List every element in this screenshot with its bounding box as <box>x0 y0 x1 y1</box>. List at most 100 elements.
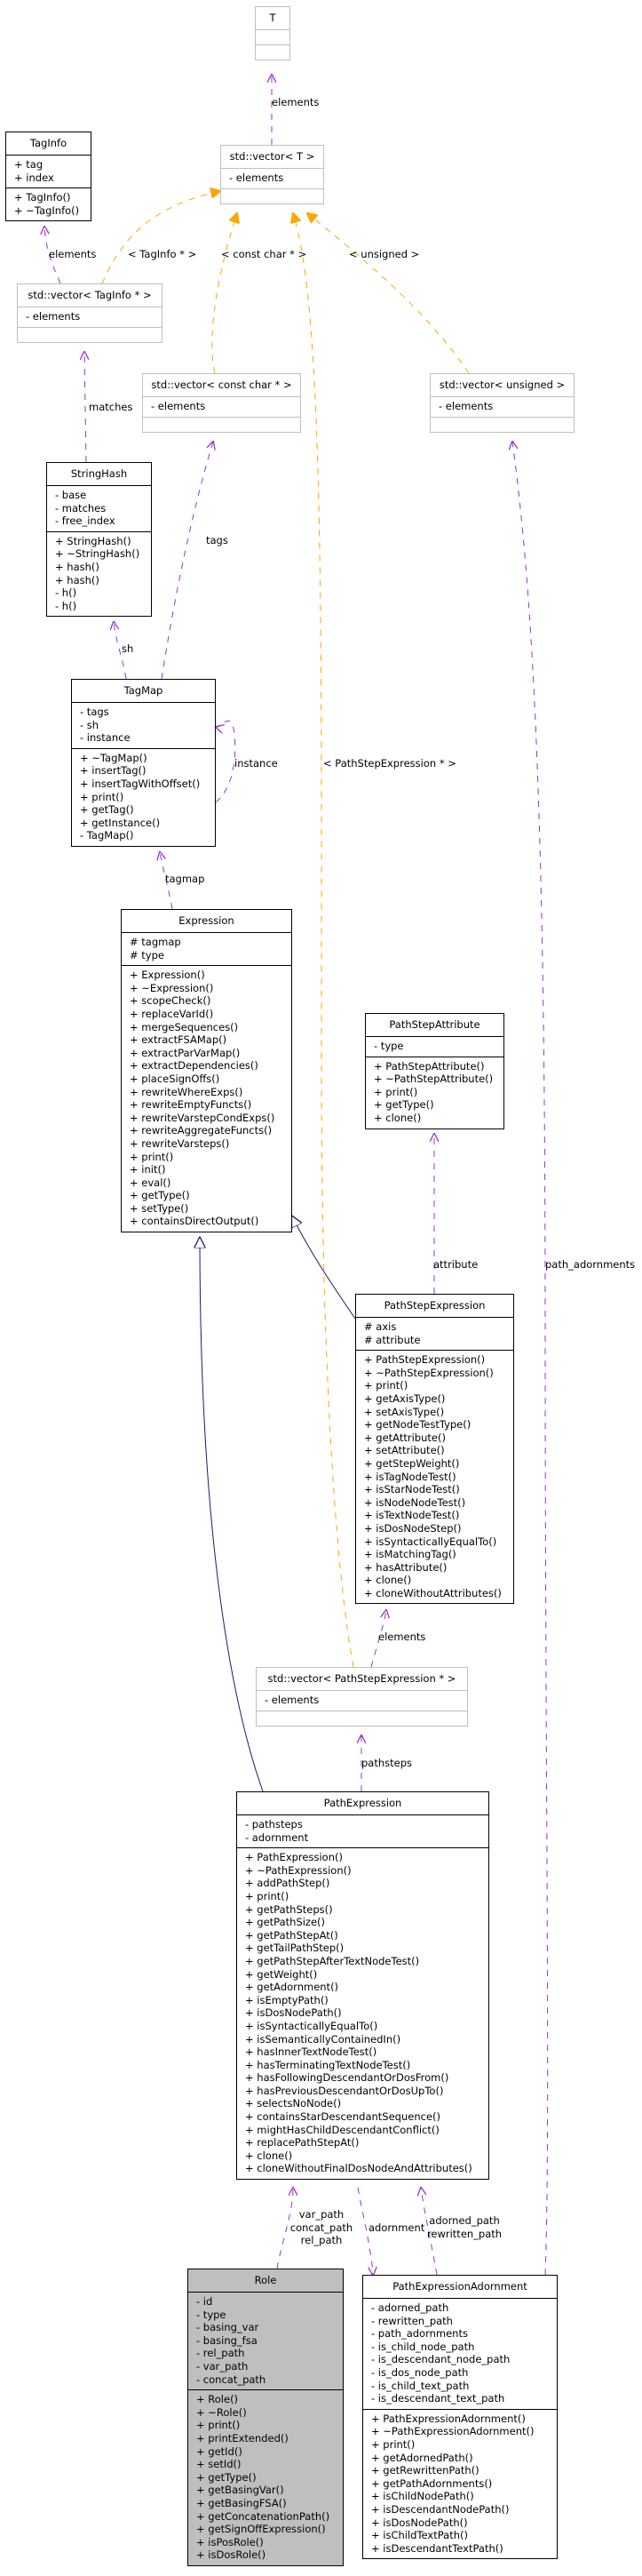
method-row: + eval() <box>130 1176 171 1189</box>
method-row: + getPathSize() <box>245 1916 326 1929</box>
method-row: + StringHash() <box>55 534 131 547</box>
attribute-row: - base <box>55 489 87 501</box>
method-row: + setAttribute() <box>364 1444 445 1457</box>
attributes-compartment: - elements <box>431 396 574 417</box>
methods-compartment: + StringHash() + ~StringHash() + hash() + h… <box>47 530 151 617</box>
edge-label: < TagInfo * > <box>128 248 197 260</box>
attribute-row: + tag <box>14 158 44 171</box>
method-row: + replacePathStepAt() <box>245 2136 360 2149</box>
edge-label: path_adornments <box>545 1258 636 1271</box>
class-TagInfo[interactable]: TagInfo + tag + index + TagInfo() + ~TagInfo… <box>5 132 91 222</box>
method-row: + ~Role() <box>196 2405 247 2419</box>
class-PathStepAttribute[interactable]: PathStepAttribute - type + PathStepAttribu… <box>365 1013 504 1129</box>
method-row: + getAdornment() <box>245 1981 339 1994</box>
method-row: + getAdornedPath() <box>371 2451 473 2464</box>
attributes-compartment: - elements <box>18 307 162 327</box>
class-T[interactable]: T <box>255 6 290 60</box>
class-name: Expression <box>178 914 234 927</box>
attributes-compartment: # tagmap # type <box>122 932 291 965</box>
class-vector-const-char[interactable]: std::vector< const char * > - elements <box>142 373 301 433</box>
method-row: + getTag() <box>80 803 134 817</box>
class-TagMap[interactable]: TagMap - tags - sh - instance + ~TagMap() + i… <box>71 679 216 847</box>
class-vector-unsigned[interactable]: std::vector< unsigned > - elements <box>430 373 575 433</box>
method-row: + mightHasChildDescendantConflict() <box>245 2123 440 2136</box>
method-row: + isSyntacticallyEqualTo() <box>245 2019 378 2032</box>
class-PathExpression[interactable]: PathExpression - pathsteps - adornment + Pa… <box>236 1791 489 2181</box>
method-row: + hasFollowingDescendantOrDosFrom() <box>245 2071 449 2085</box>
attributes-compartment: - adorned_path - rewritten_path - path_ado… <box>363 2298 557 2409</box>
class-StringHash[interactable]: StringHash - base - matches - free_index + S… <box>46 462 152 618</box>
attributes-compartment: + tag + index <box>6 155 91 187</box>
class-name: TagMap <box>123 684 163 697</box>
class-name: std::vector< T > <box>229 150 315 163</box>
method-row: + rewriteEmptyFuncts() <box>130 1098 252 1112</box>
class-name: std::vector< PathStepExpression * > <box>267 1672 456 1685</box>
methods-compartment <box>18 326 162 342</box>
attribute-row: - path_adornments <box>371 2327 468 2341</box>
attributes-compartment: - tags - sh - instance <box>72 702 215 748</box>
class-name: StringHash <box>70 467 128 480</box>
method-row: + isNodeNodeTest() <box>364 1495 466 1509</box>
methods-compartment: + TagInfo() + ~TagInfo() <box>6 187 91 220</box>
method-row: + rewriteVarsteps() <box>130 1136 230 1150</box>
class-name: std::vector< TagInfo * > <box>28 289 152 301</box>
attribute-row: - rel_path <box>196 2347 245 2360</box>
method-row: + getBasingVar() <box>196 2484 284 2497</box>
attributes-compartment <box>256 29 289 44</box>
attribute-row: - type <box>374 1040 404 1052</box>
class-name: TagInfo <box>29 137 67 149</box>
method-row: + print() <box>374 1085 418 1098</box>
class-Expression[interactable]: Expression # tagmap # type + Expression() + … <box>121 909 292 1233</box>
method-row: + getPathStepAfterTextNodeTest() <box>245 1954 420 1967</box>
methods-compartment: + Expression() + ~Expression() + scopeChec… <box>122 965 291 1232</box>
attribute-row: - type <box>196 2308 226 2321</box>
attribute-row: # axis <box>364 1320 397 1333</box>
method-row: + hash() <box>55 573 99 586</box>
method-row: + isDosNodeStep() <box>364 1521 462 1535</box>
method-row: + isDescendantTextPath() <box>371 2541 503 2555</box>
class-name: PathStepExpression <box>384 1299 486 1312</box>
class-PathStepExpression[interactable]: PathStepExpression # axis # attribute + Pat… <box>355 1294 514 1605</box>
method-row: + setId() <box>196 2458 242 2471</box>
method-row: + mergeSequences() <box>130 1020 239 1033</box>
methods-compartment: + ~TagMap() + insertTag() + insertTagWithO… <box>72 747 215 846</box>
edge-label: matches <box>89 401 133 413</box>
method-row: + ~PathStepAttribute() <box>374 1073 494 1086</box>
method-row: + cloneWithoutAttributes() <box>364 1586 502 1599</box>
method-row: + isStarNodeTest() <box>364 1483 460 1496</box>
attribute-row: - basing_var <box>196 2321 259 2334</box>
method-row: + clone() <box>374 1111 422 1124</box>
attribute-row: - is_child_text_path <box>371 2379 470 2392</box>
method-row: + insertTag() <box>80 764 147 778</box>
method-row: + print() <box>80 790 124 803</box>
edge-inherit-pathexpr <box>200 1238 264 1792</box>
edge-label-adornment-paths: adorned_path rewritten_path <box>426 2214 503 2240</box>
methods-compartment: + PathStepExpression() + ~PathStepExpress… <box>356 1350 513 1603</box>
method-row: + ~TagInfo() <box>14 203 80 217</box>
attribute-row: - is_descendant_text_path <box>371 2392 505 2405</box>
method-row: + addPathStep() <box>245 1877 330 1890</box>
method-row: + isDescendantNodePath() <box>371 2502 510 2516</box>
method-row: + getBasingFSA() <box>196 2496 287 2509</box>
method-row: + isDosNodePath() <box>245 2006 342 2020</box>
class-vector-T[interactable]: std::vector< T >- elements <box>220 145 324 204</box>
method-row: - TagMap() <box>80 829 134 842</box>
edge-label: instance <box>234 757 278 770</box>
method-row: + hasInnerTextNodeTest() <box>245 2046 377 2059</box>
class-vector-TagInfo[interactable]: std::vector< TagInfo * >- elements <box>17 283 162 343</box>
edge-label-role-paths: var_path concat_path rel_path <box>286 2208 357 2247</box>
attribute-row: - elements <box>229 171 284 184</box>
edge-label: concat_path <box>289 2221 353 2234</box>
method-row: + isTextNodeTest() <box>364 1509 460 1522</box>
class-PathExpressionAdornment[interactable]: PathExpressionAdornment - adorned_path - r… <box>362 2275 558 2560</box>
method-row: + ~PathStepExpression() <box>364 1366 494 1379</box>
class-vector-PathStepExpression[interactable]: std::vector< PathStepExpression * > - ele… <box>256 1667 468 1727</box>
method-row: + printExtended() <box>196 2431 289 2444</box>
class-Role[interactable]: Role - id - type - basing_var - basing_fsa - … <box>187 2269 344 2566</box>
methods-compartment <box>221 187 323 203</box>
edge-label: adorned_path <box>429 2214 500 2227</box>
edge-label: tags <box>206 534 228 546</box>
method-row: + containsDirectOutput() <box>130 1215 259 1228</box>
methods-compartment: + PathExpressionAdornment() + ~PathExpres… <box>363 2408 557 2559</box>
edge-label: rel_path <box>300 2234 343 2247</box>
